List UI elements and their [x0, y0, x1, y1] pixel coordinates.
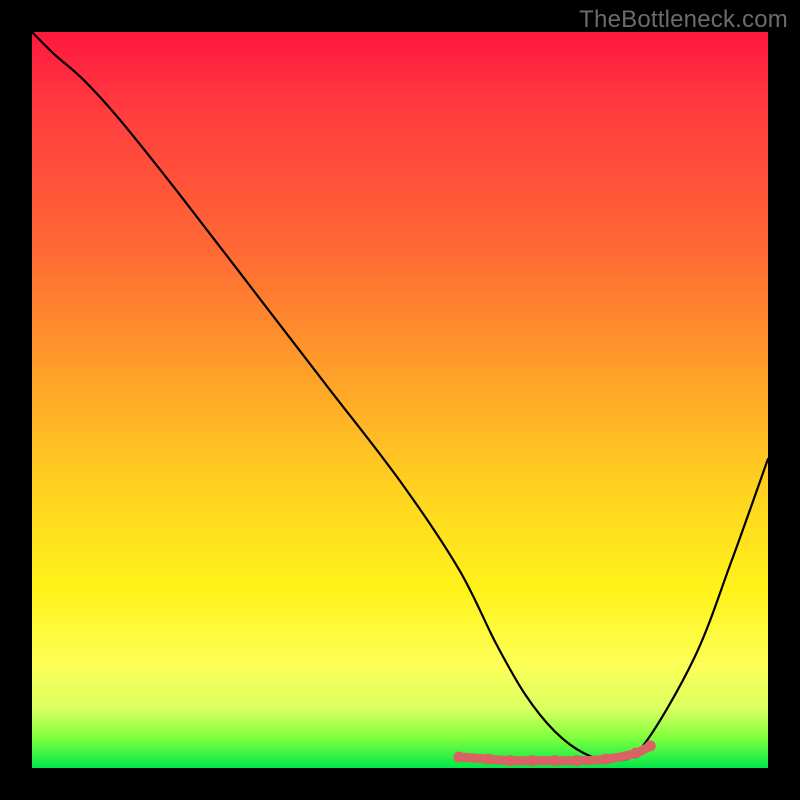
marker-group	[453, 740, 655, 766]
marker-dot	[453, 751, 464, 762]
marker-dot	[645, 740, 656, 751]
marker-dot	[571, 755, 582, 766]
marker-dot	[549, 755, 560, 766]
marker-dot	[630, 748, 641, 759]
chart-container: TheBottleneck.com	[0, 0, 800, 800]
marker-dot	[601, 754, 612, 765]
marker-dot	[527, 755, 538, 766]
marker-dot	[483, 754, 494, 765]
marker-dot	[505, 755, 516, 766]
plot-area	[32, 32, 768, 768]
watermark-text: TheBottleneck.com	[579, 6, 788, 34]
chart-svg	[32, 32, 768, 768]
bottleneck-curve-path	[32, 32, 768, 761]
